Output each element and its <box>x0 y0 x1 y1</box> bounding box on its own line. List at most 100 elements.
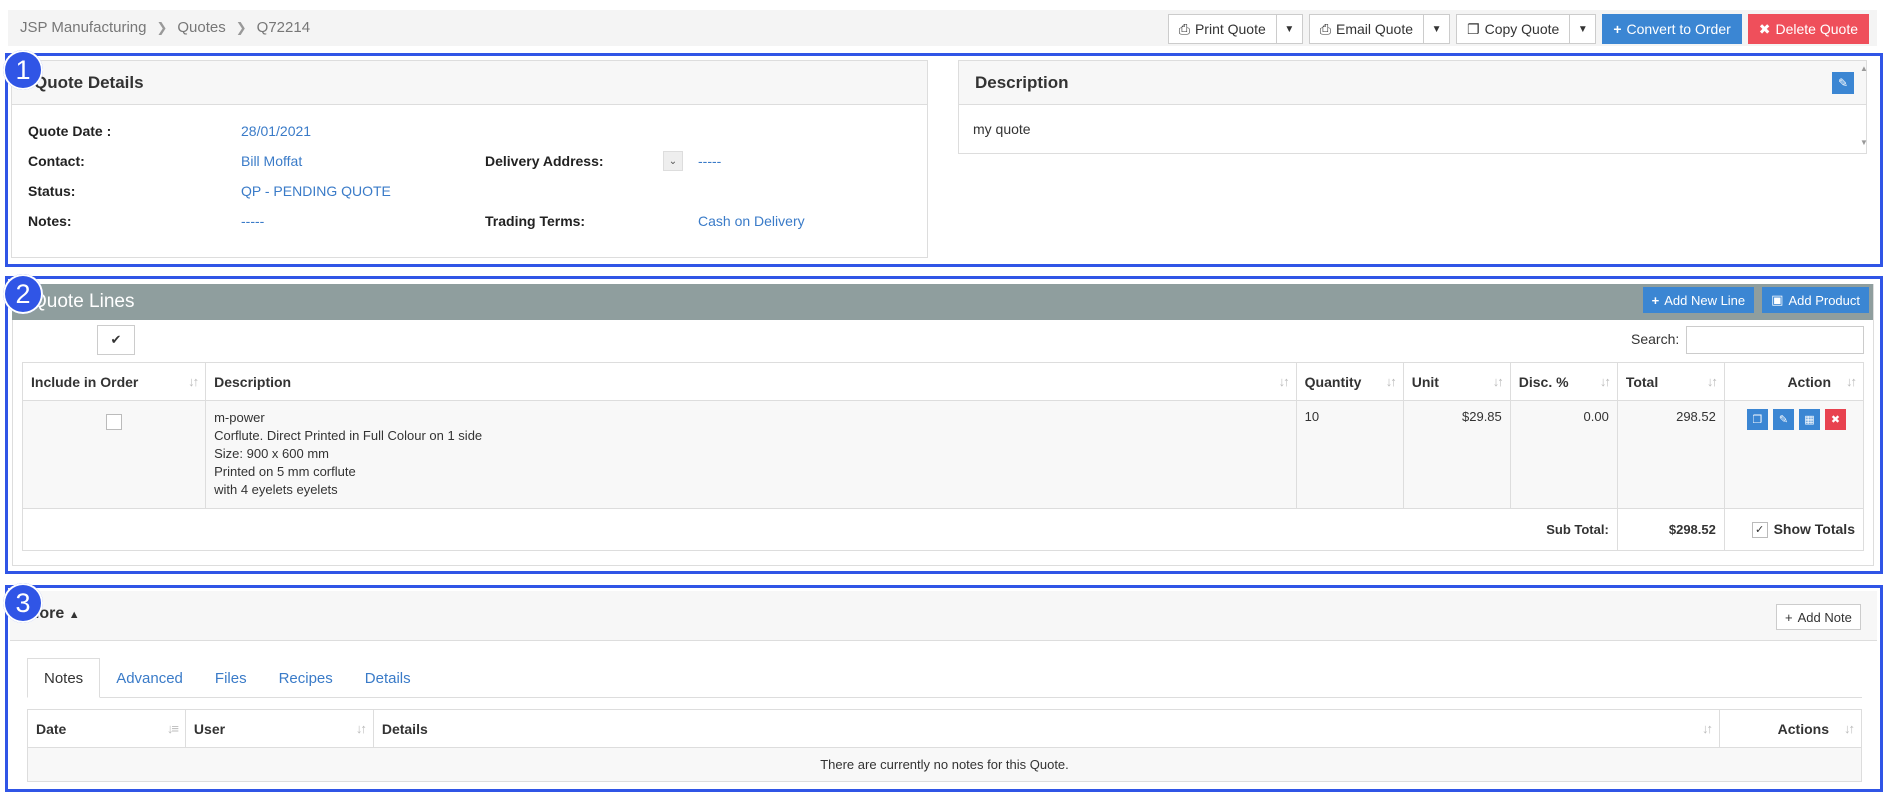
tab-notes[interactable]: Notes <box>27 658 101 698</box>
print-quote-button[interactable]: ⎙ Print Quote <box>1167 14 1277 44</box>
sort-icon: ↓↑ <box>1844 721 1855 736</box>
column-unit[interactable]: Unit ↓↑ <box>1402 362 1511 401</box>
edit-description-button[interactable]: ✎ <box>1832 72 1854 94</box>
panel-title: Quote Details <box>12 61 927 105</box>
breadcrumb-company[interactable]: JSP Manufacturing <box>20 19 146 36</box>
column-quantity[interactable]: Quantity ↓↑ <box>1295 362 1404 401</box>
quote-actions: ⎙ Print Quote ▼ ⎙ Email Quote ▼ ❐ Copy Quot… <box>1167 14 1869 44</box>
line-discount: 0.00 <box>1509 400 1618 509</box>
plus-icon: + <box>1613 21 1622 37</box>
notes-value[interactable]: ----- <box>241 213 264 229</box>
column-details[interactable]: Details ↓↑ <box>372 709 1721 748</box>
line-description-3: Size: 900 x 600 mm <box>214 446 329 461</box>
column-description[interactable]: Description ↓↑ <box>205 362 1297 401</box>
delivery-address-dropdown[interactable]: ⌄ <box>663 151 683 171</box>
trading-terms-label: Trading Terms: <box>485 213 586 229</box>
breadcrumb-quotes[interactable]: Quotes <box>177 19 225 36</box>
delete-line-button[interactable]: ✖ <box>1824 409 1846 430</box>
chevron-right-icon: ❯ <box>235 19 247 35</box>
copy-line-button[interactable]: ❐ <box>1746 409 1768 430</box>
trading-terms-value[interactable]: Cash on Delivery <box>698 213 805 229</box>
caret-down-icon: ▼ <box>1431 23 1442 35</box>
description-text: my quote <box>973 121 1031 137</box>
subtotal-label: Sub Total: <box>22 508 1618 551</box>
caret-down-icon: ▼ <box>1577 23 1588 35</box>
description-panel: Description ✎ my quote <box>958 60 1867 154</box>
chevron-up-icon: ▲ <box>68 609 80 621</box>
step-badge-3: 3 <box>3 583 43 623</box>
top-bar: JSP Manufacturing ❯ Quotes ❯ Q72214 ⎙ Pri… <box>8 10 1877 46</box>
copy-options-dropdown[interactable]: ▼ <box>1570 14 1597 44</box>
more-header <box>10 591 1877 641</box>
add-note-button[interactable]: + Add Note <box>1776 604 1861 630</box>
notes-empty-message: There are currently no notes for this Qu… <box>27 747 1862 782</box>
copy-quote-button[interactable]: ❐ Copy Quote <box>1456 14 1571 44</box>
tab-advanced[interactable]: Advanced <box>100 658 199 698</box>
column-actions[interactable]: Actions ↓↑ <box>1719 709 1862 748</box>
scroll-up-arrow[interactable]: ▲ <box>1858 64 1870 73</box>
scroll-down-arrow[interactable]: ▼ <box>1858 138 1870 147</box>
column-user[interactable]: User ↓↑ <box>184 709 374 748</box>
line-description-2: Corflute. Direct Printed in Full Colour … <box>214 428 483 443</box>
column-action[interactable]: Action ↓↑ <box>1723 362 1865 401</box>
select-all-toggle[interactable]: ✔ <box>97 325 135 355</box>
subtotal-value: $298.52 <box>1616 508 1725 551</box>
quote-lines-table: Include in Order ↓↑ Description ↓↑ Quantit… <box>21 362 1865 551</box>
search-input[interactable] <box>1686 326 1864 354</box>
include-in-order-checkbox[interactable] <box>106 413 123 430</box>
delete-quote-button[interactable]: ✖ Delete Quote <box>1747 14 1869 44</box>
close-icon: ✖ <box>1758 20 1771 37</box>
add-product-button[interactable]: ▣ Add Product <box>1762 287 1869 313</box>
cube-icon: ▣ <box>1771 292 1784 307</box>
delivery-address-label: Delivery Address: <box>485 153 604 169</box>
line-description-1: m-power <box>214 410 265 425</box>
notes-label: Notes: <box>28 213 72 229</box>
add-new-line-button[interactable]: + Add New Line <box>1642 287 1755 313</box>
printer-icon: ⎙ <box>1178 20 1190 37</box>
step-badge-2: 2 <box>3 274 43 314</box>
caret-down-icon: ▼ <box>1284 23 1295 35</box>
double-check-icon: ✔ <box>110 332 122 347</box>
copy-icon: ❐ <box>1467 20 1480 37</box>
tab-recipes[interactable]: Recipes <box>263 658 349 698</box>
calculator-icon: ▦ <box>1804 414 1815 426</box>
sort-icon: ↓↑ <box>188 374 199 389</box>
line-unit: $29.85 <box>1402 400 1511 509</box>
contact-value[interactable]: Bill Moffat <box>241 153 302 169</box>
sort-icon: ↓↑ <box>1702 721 1713 736</box>
delivery-address-value[interactable]: ----- <box>698 153 721 169</box>
sort-icon: ↓↑ <box>1846 374 1857 389</box>
email-quote-button[interactable]: ⎙ Email Quote <box>1308 14 1425 44</box>
show-totals-label: Show Totals <box>1773 520 1855 537</box>
convert-to-order-button[interactable]: + Convert to Order <box>1602 14 1742 44</box>
pencil-icon: ✎ <box>1778 414 1789 426</box>
notes-table: Date ↓≡ User ↓↑ Details ↓↑ Actions ↓↑ There … <box>27 709 1862 782</box>
column-total[interactable]: Total ↓↑ <box>1616 362 1725 401</box>
edit-line-button[interactable]: ✎ <box>1772 409 1794 430</box>
quote-details-panel: Quote Details Quote Date : 28/01/2021 Co… <box>11 60 928 258</box>
sort-icon: ↓↑ <box>1492 374 1504 389</box>
more-tabs: Notes Advanced Files Recipes Details <box>27 658 1862 698</box>
column-date[interactable]: Date ↓≡ <box>27 709 186 748</box>
breadcrumb: JSP Manufacturing ❯ Quotes ❯ Q72214 <box>20 19 310 36</box>
tab-details[interactable]: Details <box>349 658 427 698</box>
calculator-button[interactable]: ▦ <box>1798 409 1820 430</box>
tab-files[interactable]: Files <box>199 658 263 698</box>
plus-icon: + <box>1651 292 1660 308</box>
sort-desc-icon: ↓≡ <box>166 721 179 736</box>
sort-icon: ↓↑ <box>1599 374 1611 389</box>
sort-icon: ↓↑ <box>355 721 367 736</box>
print-options-dropdown[interactable]: ▼ <box>1276 14 1303 44</box>
column-include[interactable]: Include in Order ↓↑ <box>21 362 207 401</box>
line-total: 298.52 <box>1616 400 1725 509</box>
quote-date-value[interactable]: 28/01/2021 <box>241 123 311 139</box>
email-options-dropdown[interactable]: ▼ <box>1424 14 1451 44</box>
show-totals-checkbox[interactable]: ✓ <box>1751 522 1768 539</box>
close-icon: ✖ <box>1830 414 1841 426</box>
line-quantity: 10 <box>1295 400 1404 509</box>
chevron-down-icon: ⌄ <box>668 155 678 167</box>
line-description-5: with 4 eyelets eyelets <box>214 482 338 497</box>
status-value[interactable]: QP - PENDING QUOTE <box>241 183 391 199</box>
column-discount[interactable]: Disc. % ↓↑ <box>1509 362 1618 401</box>
quote-lines-header: Quote Lines + Add New Line ▣ Add Product <box>12 284 1873 320</box>
